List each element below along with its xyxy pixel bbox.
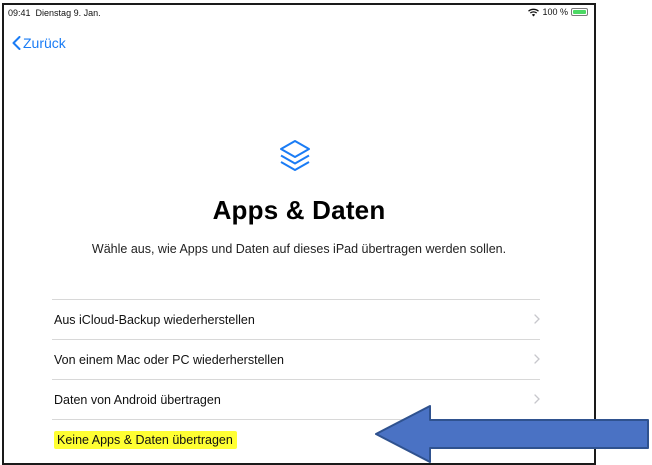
ipad-screen: 09:41 Dienstag 9. Jan. 100 % Zurück Apps…	[2, 3, 596, 465]
battery-icon	[571, 8, 588, 16]
wifi-icon	[528, 8, 540, 16]
chevron-right-icon	[534, 394, 540, 404]
option-label: Von einem Mac oder PC wiederherstellen	[54, 352, 284, 367]
page-subtitle: Wähle aus, wie Apps und Daten auf dieses…	[91, 242, 507, 256]
option-mac-pc-restore[interactable]: Von einem Mac oder PC wiederherstellen	[52, 340, 540, 379]
option-label: Daten von Android übertragen	[54, 392, 221, 407]
option-label: Aus iCloud-Backup wiederherstellen	[54, 312, 255, 327]
layers-icon	[280, 140, 310, 171]
option-icloud-backup[interactable]: Aus iCloud-Backup wiederherstellen	[52, 300, 540, 339]
status-bar: 09:41 Dienstag 9. Jan. 100 %	[4, 5, 594, 21]
status-time: 09:41 Dienstag 9. Jan.	[8, 8, 101, 18]
back-label: Zurück	[23, 35, 66, 51]
status-clock: 09:41	[8, 8, 31, 18]
option-label-highlighted: Keine Apps & Daten übertragen	[54, 430, 237, 449]
battery-fill	[573, 10, 586, 14]
status-indicators: 100 %	[528, 7, 588, 17]
back-button[interactable]: Zurück	[12, 35, 66, 51]
battery-percent: 100 %	[542, 7, 568, 17]
status-date: Dienstag 9. Jan.	[35, 8, 101, 18]
pointing-arrow-icon	[375, 405, 649, 463]
chevron-right-icon	[534, 314, 540, 324]
page-title: Apps & Daten	[212, 195, 386, 225]
chevron-right-icon	[534, 354, 540, 364]
chevron-left-icon	[12, 36, 21, 50]
